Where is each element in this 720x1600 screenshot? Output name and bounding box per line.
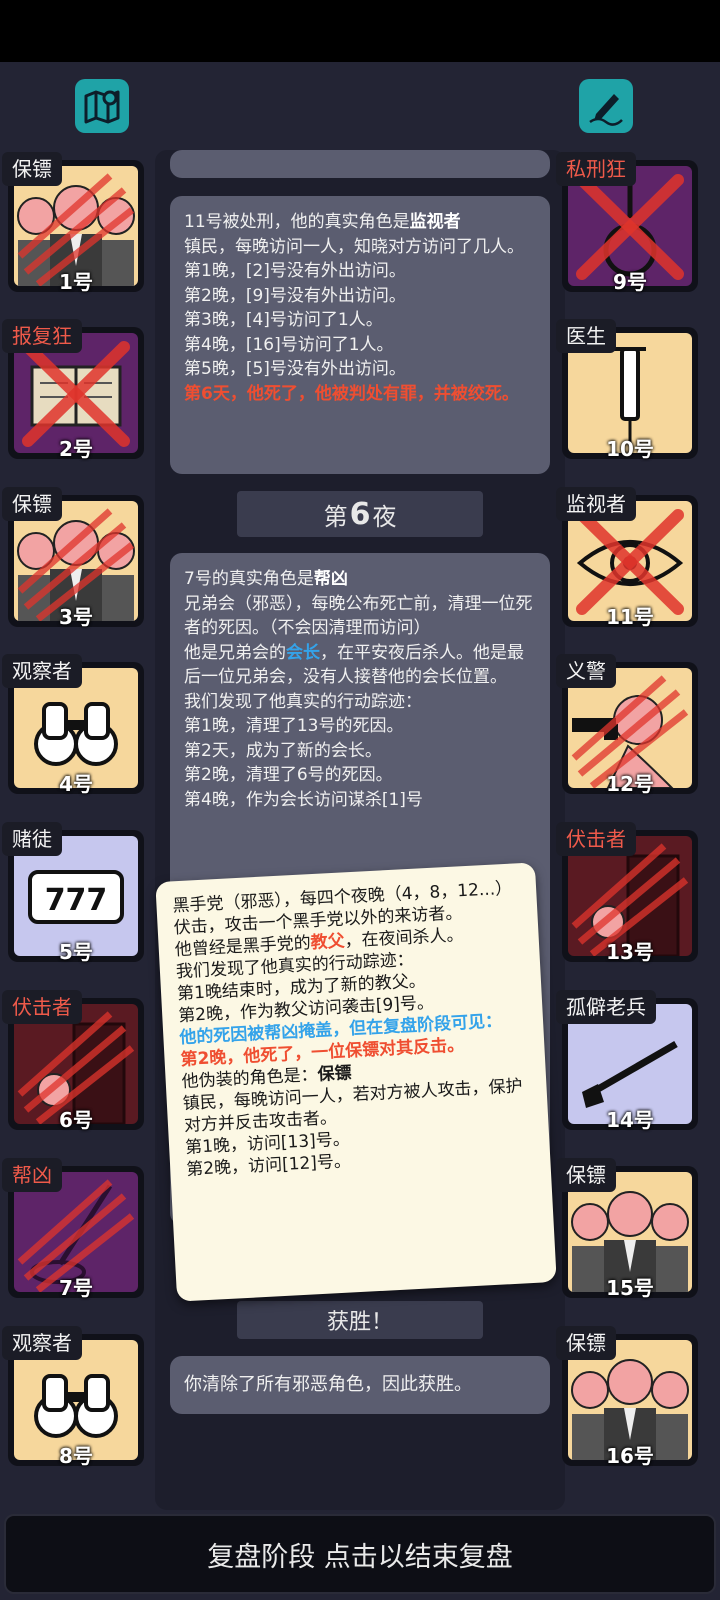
player-number: 11号: [606, 605, 654, 629]
player-role: 观察者: [2, 654, 82, 688]
notes-button[interactable]: [579, 79, 633, 133]
player-role: 保镖: [556, 1326, 616, 1360]
player-card[interactable]: 保镖 15号: [556, 1158, 698, 1300]
player-number: 9号: [613, 270, 647, 294]
player-card[interactable]: 观察者 4号: [2, 654, 144, 796]
player-role: 医生: [556, 319, 616, 353]
night-label: 第6夜: [237, 491, 483, 537]
map-pin-icon: [84, 90, 120, 124]
player-card[interactable]: 孤僻老兵 14号: [556, 990, 698, 1132]
player-card[interactable]: 保镖 1号: [2, 152, 144, 294]
svg-text:777: 777: [45, 883, 108, 918]
log-line: 7号的真实角色是帮凶: [184, 569, 348, 589]
player-number: 1号: [59, 270, 93, 294]
player-number: 6号: [59, 1108, 93, 1132]
player-card[interactable]: 监视者 11号: [556, 487, 698, 629]
player-role: 伏击者: [556, 822, 636, 856]
log-line: 第1晚，清理了13号的死因。: [184, 716, 404, 736]
log-line: 镇民，每晚访问一人，知晓对方访问了几人。: [184, 236, 524, 257]
player-card[interactable]: 777 赌徒 5号: [2, 822, 144, 964]
player-number: 4号: [59, 772, 93, 796]
player-role: 赌徒: [2, 822, 62, 856]
player-role: 观察者: [2, 1326, 82, 1360]
player-card[interactable]: 伏击者 6号: [2, 990, 144, 1132]
player-card[interactable]: 义警 12号: [556, 654, 698, 796]
player-card[interactable]: 报复狂 2号: [2, 319, 144, 461]
player-number: 13号: [606, 940, 654, 964]
player-card[interactable]: 帮凶 7号: [2, 1158, 144, 1300]
log-line: 第1晚，[2]号没有外出访问。: [184, 261, 406, 281]
log-card-execution: 11号被处刑，他的真实角色是监视者 镇民，每晚访问一人，知晓对方访问了几人。 第…: [170, 196, 550, 474]
log-line: 第4晚，作为会长访问谋杀[1]号: [184, 789, 423, 810]
player-role: 孤僻老兵: [556, 990, 656, 1024]
player-number: 14号: [606, 1108, 654, 1132]
player-role: 义警: [556, 654, 616, 688]
log-line: 第2晚，清理了6号的死因。: [184, 765, 393, 785]
role-detail-popup[interactable]: 黑手党（邪恶），每四个夜晚（4，8，12...）伏击，攻击一个黑手党以外的来访者…: [155, 862, 557, 1302]
log-line: 第3晚，[4]号访问了1人。: [184, 310, 383, 330]
player-role: 帮凶: [2, 1158, 62, 1192]
player-number: 10号: [606, 437, 654, 461]
player-card[interactable]: 医生 10号: [556, 319, 698, 461]
player-card[interactable]: 观察者 8号: [2, 1326, 144, 1468]
player-number: 15号: [606, 1276, 654, 1300]
player-number: 12号: [606, 772, 654, 796]
log-line: 第5晚，[5]号没有外出访问。: [184, 359, 406, 379]
player-number: 2号: [59, 437, 93, 461]
player-role: 保镖: [2, 152, 62, 186]
player-card[interactable]: 伏击者 13号: [556, 822, 698, 964]
log-line: 第2晚，[9]号没有外出访问。: [184, 285, 406, 306]
player-number: 3号: [59, 605, 93, 629]
previous-log-card: [170, 150, 550, 178]
player-number: 8号: [59, 1444, 93, 1468]
player-role: 报复狂: [2, 319, 82, 353]
log-line: 他是兄弟会的会长，在平安夜后杀人。他是最后一位兄弟会，没有人接替他的会长位置。: [184, 642, 524, 688]
log-line: 我们发现了他真实的行动踪迹：: [184, 691, 422, 712]
log-line: 兄弟会（邪恶），每晚公布死亡前，清理一位死者的死因。（不会因清理而访问）: [184, 593, 533, 639]
log-line: 11号被处刑，他的真实角色是监视者: [184, 212, 461, 232]
player-card[interactable]: 私刑狂 9号: [556, 152, 698, 294]
player-number: 7号: [59, 1276, 93, 1300]
player-role: 保镖: [556, 1158, 616, 1192]
victory-text: 你清除了所有邪恶角色，因此获胜。: [184, 1374, 472, 1395]
victory-card: 你清除了所有邪恶角色，因此获胜。: [170, 1356, 550, 1414]
log-line: 第2天，成为了新的会长。: [184, 740, 382, 761]
pen-note-icon: [589, 94, 623, 126]
map-button[interactable]: [75, 79, 129, 133]
player-number: 5号: [59, 940, 93, 964]
player-role: 私刑狂: [556, 152, 636, 186]
log-line: 第4晚，[16]号访问了1人。: [184, 334, 394, 355]
player-number: 16号: [606, 1444, 654, 1468]
player-role: 保镖: [2, 487, 62, 521]
end-review-button[interactable]: 复盘阶段 点击以结束复盘: [4, 1514, 716, 1594]
player-card[interactable]: 保镖 3号: [2, 487, 144, 629]
death-line: 第6天，他死了，他被判处有罪，并被绞死。: [184, 383, 519, 404]
player-role: 伏击者: [2, 990, 82, 1024]
victory-label: 获胜！: [237, 1301, 483, 1339]
player-role: 监视者: [556, 487, 636, 521]
status-bar: [0, 0, 720, 62]
player-card[interactable]: 保镖 16号: [556, 1326, 698, 1468]
